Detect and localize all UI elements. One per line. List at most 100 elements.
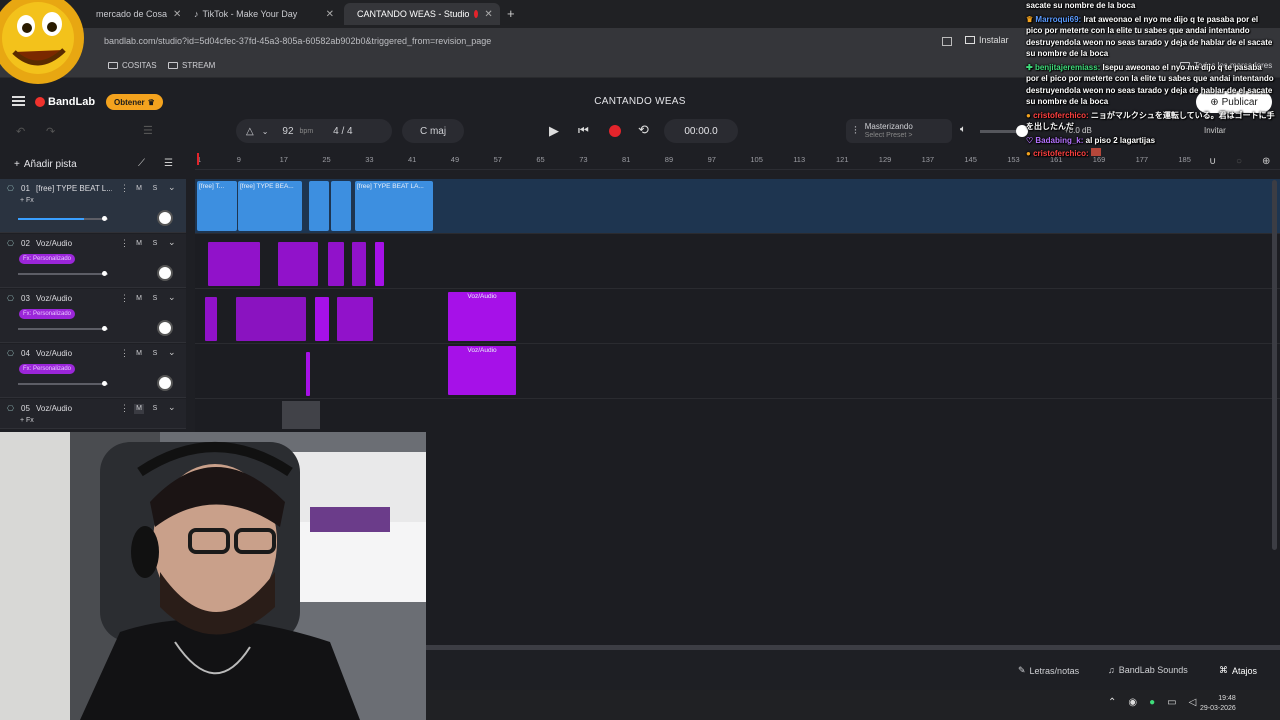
vocal-clip[interactable] xyxy=(306,352,310,396)
more-icon[interactable]: ⋮ xyxy=(120,403,129,414)
record-button[interactable] xyxy=(609,125,621,137)
mixer-icon[interactable]: ☰ xyxy=(143,124,153,137)
network-icon[interactable]: ▭ xyxy=(1167,697,1176,708)
audio-clip[interactable] xyxy=(331,181,351,231)
horizontal-scrollbar[interactable] xyxy=(426,645,1280,650)
redo-icon[interactable]: ↷ xyxy=(46,125,55,138)
obtener-button[interactable]: Obtener ♛ xyxy=(106,94,163,110)
time-signature[interactable]: 4 / 4 xyxy=(333,126,352,137)
install-button[interactable]: Instalar xyxy=(965,35,1009,45)
reader-mode-icon[interactable] xyxy=(942,37,952,46)
track-lane-4[interactable] xyxy=(195,344,1280,399)
track-name[interactable]: Voz/Audio xyxy=(36,349,112,358)
more-icon[interactable]: ⋮ xyxy=(120,348,129,359)
track-settings-icon[interactable]: ☰ xyxy=(164,158,173,169)
vocal-clip[interactable] xyxy=(315,297,329,341)
more-icon[interactable]: ⋮ xyxy=(120,183,129,194)
tempo-value[interactable]: 92 xyxy=(282,126,293,137)
more-icon[interactable]: ⋮ xyxy=(120,293,129,304)
playhead[interactable] xyxy=(197,153,199,165)
tab-tiktok[interactable]: ♪ TikTok - Make Your Day ✕ xyxy=(186,3,342,25)
system-tray[interactable]: ⌃ ◉ ● ▭ ◁ xyxy=(1108,697,1196,708)
audio-clip[interactable]: [free] TYPE BEA... xyxy=(238,181,302,231)
solo-button[interactable]: S xyxy=(150,239,160,249)
track-name[interactable]: Voz/Audio xyxy=(36,404,112,413)
audio-clip[interactable]: [free] T... xyxy=(197,181,237,231)
solo-button[interactable]: S xyxy=(150,184,160,194)
track-pan-knob[interactable] xyxy=(157,210,173,226)
vocal-clip[interactable] xyxy=(205,297,217,341)
taskbar-clock[interactable]: 19:48 29-03-2026 xyxy=(1200,694,1236,714)
fx-tag[interactable]: Fx: Personalizado xyxy=(19,254,76,264)
track-pan-knob[interactable] xyxy=(157,265,173,281)
track-name[interactable]: Voz/Audio xyxy=(36,294,112,303)
bookmark-stream[interactable]: STREAM xyxy=(168,61,215,70)
new-tab-button[interactable]: + xyxy=(507,6,515,21)
loop-icon[interactable]: ⟲ xyxy=(638,122,649,138)
vertical-scrollbar[interactable] xyxy=(1272,180,1277,550)
lyrics-button[interactable]: ✎ Letras/notas xyxy=(1018,665,1079,676)
mute-button[interactable]: M xyxy=(134,184,144,194)
url-field[interactable]: bandlab.com/studio?id=5d04cfec-37fd-45a3… xyxy=(104,36,491,46)
vocal-clip[interactable] xyxy=(375,242,384,286)
mic-icon[interactable]: ● xyxy=(1149,697,1155,708)
track-volume-slider[interactable] xyxy=(18,273,108,275)
menu-icon[interactable] xyxy=(12,96,25,106)
volume-icon[interactable]: ◁ xyxy=(1189,697,1197,708)
skip-back-icon[interactable]: ⏮ xyxy=(578,123,589,138)
chevron-down-icon[interactable]: ⌄ xyxy=(168,237,176,248)
project-title[interactable]: CANTANDO WEAS xyxy=(540,96,740,107)
fx-button[interactable]: + Fx xyxy=(20,417,34,424)
mastering-control[interactable]: ⫶ Masterizando Select Preset > xyxy=(846,119,952,143)
vocal-clip[interactable]: Voz/Audio xyxy=(448,346,516,395)
track-name[interactable]: Voz/Audio xyxy=(36,239,112,248)
add-track-button[interactable]: + Añadir pista xyxy=(14,159,77,170)
mute-button[interactable]: M xyxy=(134,294,144,304)
close-icon[interactable]: ✕ xyxy=(478,9,492,20)
track-header-5[interactable]: ⎔ 05 Voz/Audio ⋮ M S ⌄ + Fx xyxy=(0,399,186,429)
vocal-clip[interactable] xyxy=(208,242,260,286)
audio-clip[interactable] xyxy=(309,181,329,231)
chevron-down-icon[interactable]: ⌄ xyxy=(168,182,176,193)
track-header-2[interactable]: ⎔ 02 Voz/Audio ⋮ M S ⌄ Fx: Personalizado xyxy=(0,234,186,288)
track-header-3[interactable]: ⎔ 03 Voz/Audio ⋮ M S ⌄ Fx: Personalizado xyxy=(0,289,186,343)
bandlab-logo[interactable]: BandLab xyxy=(35,96,95,108)
chevron-up-icon[interactable]: ⌃ xyxy=(1108,697,1116,708)
chevron-down-icon[interactable]: ⌄ xyxy=(168,292,176,303)
chevron-down-icon[interactable]: ⌄ xyxy=(168,402,176,413)
automation-icon[interactable]: ⟋ xyxy=(138,158,145,169)
chevron-down-icon[interactable]: ⌄ xyxy=(262,127,269,136)
vocal-clip[interactable] xyxy=(236,297,306,341)
solo-button[interactable]: S xyxy=(150,404,160,414)
chevron-down-icon[interactable]: ⌄ xyxy=(168,347,176,358)
app-tray-icon[interactable]: ◉ xyxy=(1128,697,1137,708)
track-volume-handle[interactable] xyxy=(102,216,107,221)
solo-button[interactable]: S xyxy=(150,349,160,359)
speaker-icon[interactable]: 🔈︎ xyxy=(960,124,966,135)
vocal-clip[interactable] xyxy=(352,242,366,286)
key-selector[interactable]: C maj xyxy=(402,119,464,143)
vocal-clip[interactable] xyxy=(337,297,373,341)
fx-tag[interactable]: Fx: Personalizado xyxy=(19,364,76,374)
mute-button[interactable]: M xyxy=(134,349,144,359)
audio-clip[interactable]: [free] TYPE BEAT LA... xyxy=(355,181,433,231)
mute-button[interactable]: M xyxy=(134,239,144,249)
undo-icon[interactable]: ↶ xyxy=(16,125,25,138)
track-pan-knob[interactable] xyxy=(157,375,173,391)
track-volume-slider[interactable] xyxy=(18,383,108,385)
fx-tag[interactable]: Fx: Personalizado xyxy=(19,309,76,319)
vocal-clip[interactable]: Voz/Audio xyxy=(448,292,516,341)
play-icon[interactable]: ▶ xyxy=(549,123,559,139)
track-volume-handle[interactable] xyxy=(102,381,107,386)
bookmark-cositas[interactable]: COSITAS xyxy=(108,61,157,70)
track-name[interactable]: [free] TYPE BEAT L... xyxy=(36,184,112,193)
audio-clip[interactable] xyxy=(282,401,320,429)
track-volume-slider[interactable] xyxy=(18,328,108,330)
tab-mercado[interactable]: mercado de Cosa ✕ xyxy=(88,3,180,25)
close-icon[interactable]: ✕ xyxy=(167,9,180,20)
track-volume-handle[interactable] xyxy=(102,271,107,276)
close-icon[interactable]: ✕ xyxy=(320,9,334,20)
tempo-control[interactable]: △ ⌄ 92 bpm 4 / 4 xyxy=(236,119,392,143)
track-pan-knob[interactable] xyxy=(157,320,173,336)
track-header-1[interactable]: ⎔ 01 [free] TYPE BEAT L... ⋮ M S ⌄ + Fx xyxy=(0,179,186,233)
